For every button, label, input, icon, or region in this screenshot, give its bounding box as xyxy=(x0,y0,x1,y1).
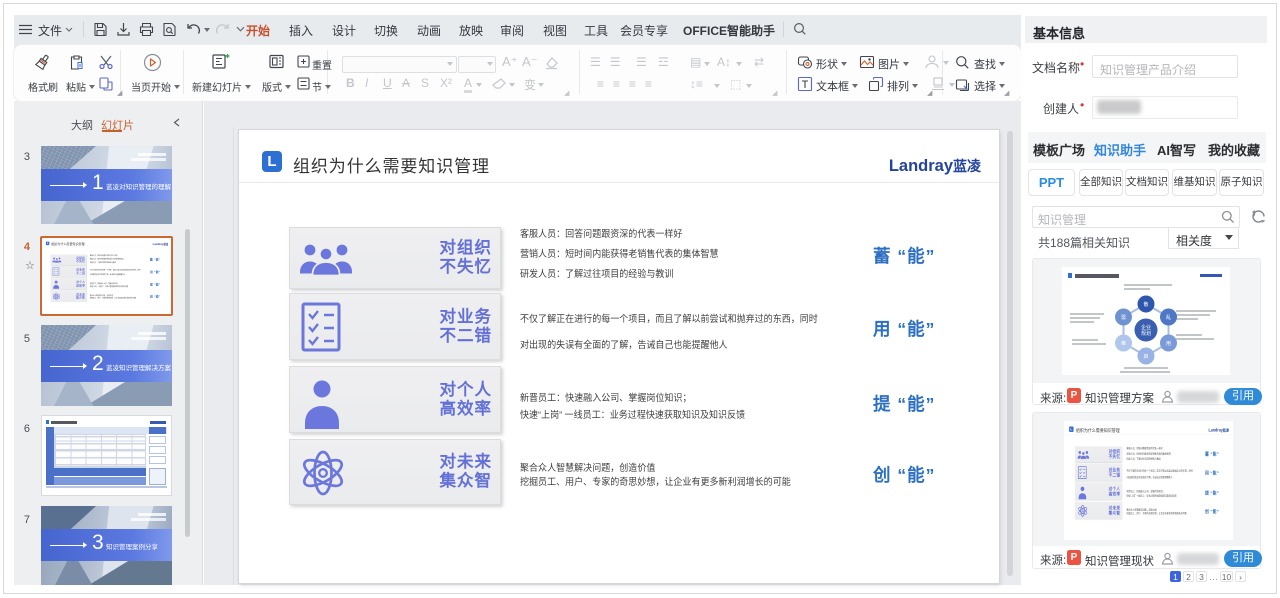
svg-text:企业: 企业 xyxy=(1141,324,1151,331)
svg-text:难: 难 xyxy=(1121,340,1126,347)
svg-text:需: 需 xyxy=(1121,315,1126,321)
svg-text:散: 散 xyxy=(1143,301,1148,308)
svg-text:用: 用 xyxy=(1166,341,1171,347)
svg-text:乱: 乱 xyxy=(1166,314,1171,321)
svg-text:规划: 规划 xyxy=(1141,330,1151,337)
svg-text:启: 启 xyxy=(1143,353,1148,360)
